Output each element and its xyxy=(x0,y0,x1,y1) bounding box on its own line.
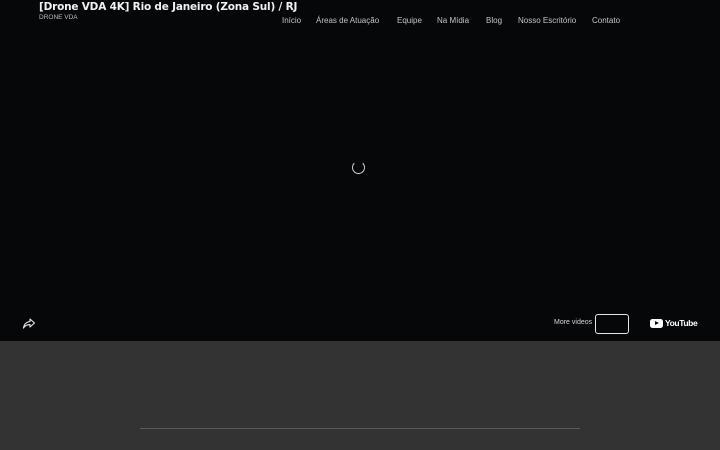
nav-item-na-midia[interactable]: Na Mídia xyxy=(437,16,469,25)
nav-item-inicio[interactable]: Início xyxy=(282,16,301,25)
share-icon[interactable] xyxy=(22,316,36,330)
video-title[interactable]: [Drone VDA 4K] Rio de Janeiro (Zona Sul)… xyxy=(39,1,297,13)
loading-spinner-icon xyxy=(352,161,365,174)
youtube-wordmark: YouTube xyxy=(665,318,698,328)
channel-name[interactable]: DRONE VDA xyxy=(39,14,78,21)
more-videos-label[interactable]: More videos xyxy=(554,319,592,326)
video-player[interactable]: [Drone VDA 4K] Rio de Janeiro (Zona Sul)… xyxy=(0,0,720,341)
nav-item-blog[interactable]: Blog xyxy=(486,16,502,25)
nav-item-nosso-escritorio[interactable]: Nosso Escritório xyxy=(518,16,576,25)
divider xyxy=(140,428,580,429)
youtube-play-icon xyxy=(650,318,663,328)
nav-item-contato[interactable]: Contato xyxy=(592,16,620,25)
nav-item-areas-de-atuacao[interactable]: Áreas de Atuação xyxy=(316,16,379,25)
more-videos-button[interactable] xyxy=(595,314,629,334)
nav-item-equipe[interactable]: Equipe xyxy=(397,16,422,25)
youtube-logo[interactable]: YouTube xyxy=(650,318,698,328)
